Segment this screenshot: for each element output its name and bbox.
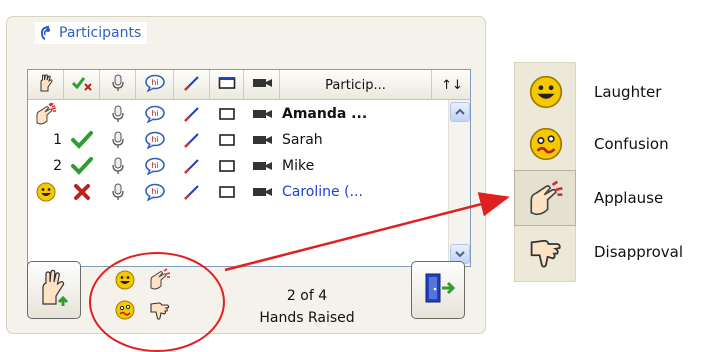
confusion-icon (522, 124, 570, 164)
legend-item-laughter: Laughter (514, 72, 714, 112)
legend-label: Laughter (594, 83, 662, 101)
legend-item-confusion: Confusion (514, 124, 714, 164)
legend-label: Applause (594, 189, 664, 207)
legend-item-applause: Applause (514, 178, 714, 218)
legend-label: Disapproval (594, 243, 684, 261)
laughter-icon (522, 72, 570, 112)
legend-label: Confusion (594, 135, 669, 153)
legend-item-disapproval: Disapproval (514, 232, 714, 272)
emotions-legend: Laughter Confusion Applause Disapproval (514, 62, 714, 282)
applause-icon (522, 178, 570, 218)
disapproval-icon (522, 232, 570, 272)
